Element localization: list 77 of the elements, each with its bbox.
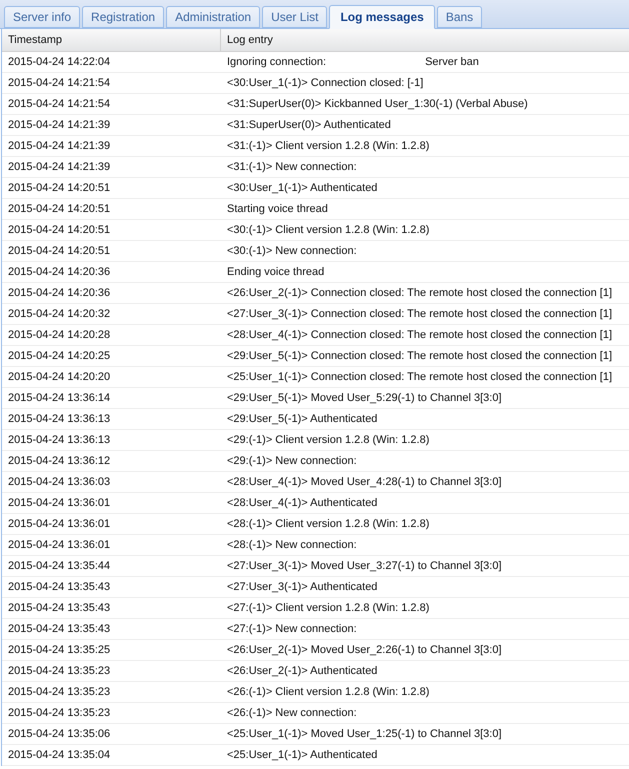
tab[interactable]: Log messages [329, 5, 435, 29]
timestamp-cell-text: 2015-04-24 13:35:04 [7, 748, 112, 763]
timestamp-cell-text: 2015-04-24 14:21:39 [7, 118, 112, 133]
log-entry-cell-text: <28:(-1)> Client version 1.2.8 (Win: 1.2.8) [226, 516, 430, 532]
log-entry-cell-text: <28:User_4(-1)> Authenticated [226, 496, 378, 511]
tab[interactable]: User List [262, 6, 328, 28]
timestamp-cell-text: 2015-04-24 13:36:13 [7, 432, 112, 448]
log-entry-cell-text: <31:SuperUser(0)> Kickbanned User_1:30(-1) (Verbal Abuse) [226, 96, 529, 112]
log-entry-cell-text: <31:(-1)> Client version 1.2.8 (Win: 1.2.8) [226, 138, 430, 154]
timestamp-cell-text: 2015-04-24 13:36:13 [7, 412, 112, 427]
timestamp-cell-text: 2015-04-24 14:21:39 [7, 160, 112, 175]
log-entry-cell-text: Starting voice thread [226, 202, 329, 217]
timestamp-cell-text: 2015-04-24 14:20:51 [7, 180, 112, 196]
log-entry-cell-text: <30:(-1)> New connection: [226, 244, 358, 259]
log-entry-cell-text: <27:(-1)> New connection: [226, 622, 358, 637]
timestamp-cell-text: 2015-04-24 13:35:43 [7, 600, 112, 616]
log-entry-cell-text: <29:(-1)> New connection: [226, 454, 358, 469]
log-entry-cell-text: <26:User_2(-1)> Connection closed: The remote host closed the connection [1] [226, 286, 614, 301]
log-entry-cell-text: Ending voice thread [226, 264, 326, 280]
log-entry-cell-text: <29:(-1)> Client version 1.2.8 (Win: 1.2.8) [226, 432, 430, 448]
log-entry-cell-text: <28:User_4(-1)> Moved User_4:28(-1) to Channel 3[3:0] [226, 474, 503, 490]
log-entry-cell-text: <27:User_3(-1)> Moved User_3:27(-1) to Channel 3[3:0] [226, 558, 503, 574]
log-entry-cell-text: <27:User_3(-1)> Authenticated [226, 580, 378, 595]
timestamp-cell-text: 2015-04-24 13:36:14 [7, 390, 112, 406]
timestamp-cell-text: 2015-04-24 14:20:51 [7, 202, 112, 217]
timestamp-cell-text: 2015-04-24 13:36:01 [7, 496, 112, 511]
log-entry-cell-text: <27:User_3(-1)> Connection closed: The remote host closed the connection [1] [226, 306, 614, 322]
log-entry-cell-text: <30:User_1(-1)> Connection closed: [-1] [226, 76, 424, 91]
timestamp-cell-text: 2015-04-24 14:20:20 [7, 370, 112, 385]
log-entry-cell-text: <28:(-1)> New connection: [226, 538, 358, 553]
timestamp-cell-text: 2015-04-24 13:35:44 [7, 558, 112, 574]
timestamp-cell-text: 2015-04-24 14:20:32 [7, 306, 112, 322]
timestamp-cell-text: 2015-04-24 13:36:03 [7, 474, 112, 490]
log-entry-detail: Server ban [425, 54, 479, 70]
log-entry-cell-text: <26:(-1)> New connection: [226, 706, 358, 721]
log-entry-cell-text: <29:User_5(-1)> Connection closed: The remote host closed the connection [1] [226, 348, 614, 364]
log-entry-cell-text: <26:User_2(-1)> Authenticated [226, 664, 378, 679]
timestamp-cell-text: 2015-04-24 14:21:54 [7, 96, 112, 112]
timestamp-cell-text: 2015-04-24 13:35:23 [7, 684, 112, 700]
log-entry-cell-text: <27:(-1)> Client version 1.2.8 (Win: 1.2.8) [226, 600, 430, 616]
log-entry-cell-text: <25:User_1(-1)> Authenticated [226, 748, 378, 763]
log-entry-cell-text: Ignoring connection: [226, 54, 328, 70]
timestamp-cell-text: 2015-04-24 13:36:01 [7, 516, 112, 532]
timestamp-cell-text: 2015-04-24 13:35:43 [7, 580, 112, 595]
timestamp-cell-text: 2015-04-24 14:20:25 [7, 348, 112, 364]
timestamp-cell-text: 2015-04-24 14:20:36 [7, 264, 112, 280]
log-entry-cell-text: <31:(-1)> New connection: [226, 160, 358, 175]
tab[interactable]: Registration [82, 6, 164, 28]
log-entry-cell-text: <26:(-1)> Client version 1.2.8 (Win: 1.2.8) [226, 684, 430, 700]
tab[interactable]: Bans [436, 6, 482, 28]
log-entry-cell-text: <29:User_5(-1)> Authenticated [226, 412, 378, 427]
timestamp-cell-text: 2015-04-24 14:21:54 [7, 76, 112, 91]
log-entry-cell-text: <30:User_1(-1)> Authenticated [226, 180, 378, 196]
timestamp-cell-text: 2015-04-24 14:20:28 [7, 328, 112, 343]
log-entry-cell-text: <29:User_5(-1)> Moved User_5:29(-1) to Channel 3[3:0] [226, 390, 503, 406]
timestamp-cell-text: 2015-04-24 13:35:43 [7, 622, 112, 637]
timestamp-cell-text: 2015-04-24 13:36:01 [7, 538, 112, 553]
timestamp-cell-text: 2015-04-24 14:22:04 [7, 54, 112, 70]
timestamp-cell-text: 2015-04-24 13:35:06 [7, 726, 112, 742]
timestamp-cell-text: 2015-04-24 13:36:12 [7, 454, 112, 469]
timestamp-cell-text: 2015-04-24 13:35:25 [7, 642, 112, 658]
log-entry-cell-text: <26:User_2(-1)> Moved User_2:26(-1) to Channel 3[3:0] [226, 642, 503, 658]
timestamp-cell-text: 2015-04-24 14:21:39 [7, 138, 112, 154]
column-header[interactable]: Log entry [221, 29, 629, 51]
log-entry-cell-text: <31:SuperUser(0)> Authenticated [226, 118, 392, 133]
column-header[interactable]: Timestamp [2, 29, 221, 51]
log-entry-cell-text: <30:(-1)> Client version 1.2.8 (Win: 1.2.8) [226, 222, 430, 238]
tab[interactable]: Administration [166, 6, 260, 28]
log-entry-cell-text: <25:User_1(-1)> Moved User_1:25(-1) to Channel 3[3:0] [226, 726, 503, 742]
timestamp-cell-text: 2015-04-24 13:35:23 [7, 706, 112, 721]
timestamp-cell-text: 2015-04-24 14:20:36 [7, 286, 112, 301]
timestamp-cell-text: 2015-04-24 13:35:23 [7, 664, 112, 679]
tab[interactable]: Server info [4, 6, 80, 28]
log-entry-cell-text: <28:User_4(-1)> Connection closed: The remote host closed the connection [1] [226, 328, 614, 343]
timestamp-cell-text: 2015-04-24 14:20:51 [7, 222, 112, 238]
timestamp-cell-text: 2015-04-24 14:20:51 [7, 244, 112, 259]
log-entry-cell-text: <25:User_1(-1)> Connection closed: The remote host closed the connection [1] [226, 370, 614, 385]
